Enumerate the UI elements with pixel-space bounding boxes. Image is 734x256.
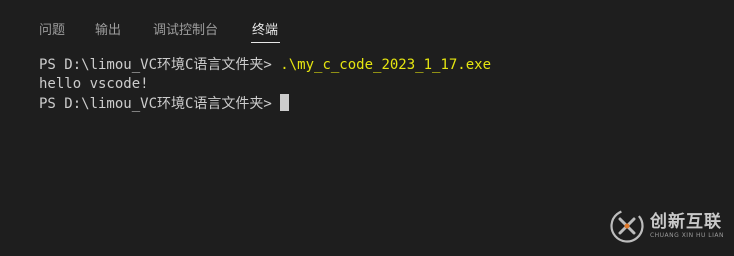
tab-debug-console[interactable]: 调试控制台	[153, 19, 218, 38]
terminal-panel: 问题 输出 调试控制台 终端 PS D:\limou_VC环境C语言文件夹> .…	[0, 0, 734, 256]
active-tab-indicator	[251, 42, 280, 43]
terminal-command: .\my_c_code_2023_1_17.exe	[280, 57, 492, 73]
terminal-prompt: PS D:\limou_VC环境C语言文件夹>	[39, 57, 272, 73]
watermark-logo: 创新互联 CHUANG XIN HU LIAN	[609, 208, 724, 244]
watermark-logo-icon	[610, 209, 644, 243]
terminal-output-text: hello vscode!	[39, 76, 149, 92]
tab-terminal[interactable]: 终端	[252, 19, 278, 38]
terminal-line-2: hello vscode!	[39, 75, 724, 94]
panel-tabs: 问题 输出 调试控制台 终端	[0, 0, 734, 46]
tab-problems[interactable]: 问题	[39, 19, 65, 38]
terminal-prompt-current: PS D:\limou_VC环境C语言文件夹>	[39, 96, 272, 112]
terminal-output[interactable]: PS D:\limou_VC环境C语言文件夹> .\my_c_code_2023…	[39, 56, 724, 113]
terminal-cursor	[279, 94, 289, 111]
tab-output[interactable]: 输出	[95, 19, 121, 38]
watermark-brand-en: CHUANG XIN HU LIAN	[649, 232, 724, 239]
watermark-text: 创新互联 CHUANG XIN HU LIAN	[650, 212, 724, 240]
terminal-line-1: PS D:\limou_VC环境C语言文件夹> .\my_c_code_2023…	[39, 56, 724, 75]
terminal-line-3: PS D:\limou_VC环境C语言文件夹>	[39, 94, 724, 113]
watermark-brand-cn: 创新互联	[649, 212, 722, 232]
